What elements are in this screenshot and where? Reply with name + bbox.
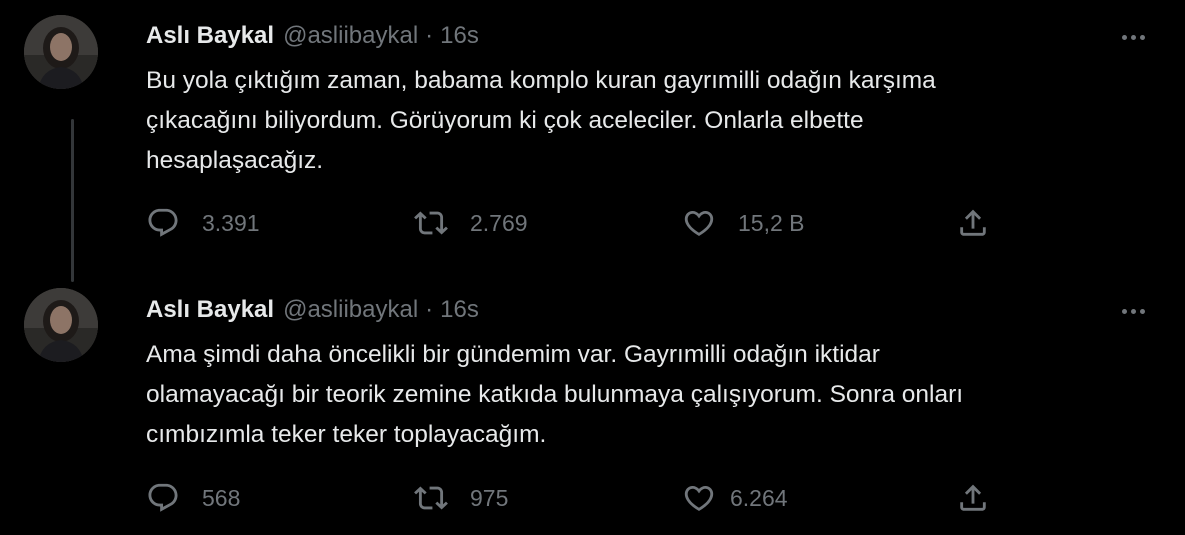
share-icon — [956, 206, 990, 240]
heart-icon — [682, 206, 716, 240]
avatar[interactable] — [24, 288, 98, 362]
tweet-text-line: Bu yola çıktığım zaman, babama komplo ku… — [146, 67, 936, 94]
tweet-text-line: Ama şimdi daha öncelikli bir gündemim va… — [146, 341, 880, 368]
share-button[interactable] — [956, 480, 990, 516]
more-options-icon[interactable] — [1113, 22, 1153, 52]
reply-icon — [146, 206, 180, 240]
tweet-text-line: cımbızımla teker teker toplayacağım. — [146, 421, 547, 448]
heart-icon — [682, 481, 716, 515]
retweet-button[interactable]: 2.769 — [414, 205, 528, 241]
avatar[interactable] — [24, 15, 98, 89]
author-handle[interactable]: @asliibaykal — [283, 296, 418, 324]
tweet-text: Ama şimdi daha öncelikli bir gündemim va… — [146, 335, 1136, 455]
separator-dot: · — [425, 22, 434, 49]
share-button[interactable] — [956, 205, 990, 241]
more-options-icon[interactable] — [1113, 296, 1153, 326]
reply-icon — [146, 481, 180, 515]
tweet-actions: 568 975 6.264 — [146, 480, 1006, 516]
tweet-actions: 3.391 2.769 15,2 B — [146, 205, 1006, 241]
retweet-icon — [414, 206, 448, 240]
tweet-text-line: olamayacağı bir teorik zemine katkıda bu… — [146, 381, 964, 408]
author-name[interactable]: Aslı Baykal — [146, 296, 274, 324]
timestamp[interactable]: 16s — [440, 296, 479, 324]
separator-dot: · — [425, 296, 434, 323]
author-handle[interactable]: @asliibaykal — [283, 22, 418, 50]
like-button[interactable]: 6.264 — [682, 480, 788, 516]
share-icon — [956, 481, 990, 515]
like-count: 6.264 — [730, 484, 788, 511]
tweet-text-line: çıkacağını biliyordum. Görüyorum ki çok … — [146, 107, 864, 134]
like-button[interactable]: 15,2 B — [682, 205, 805, 241]
reply-count: 3.391 — [202, 209, 260, 236]
retweet-icon — [414, 481, 448, 515]
tweet-text-line: hesaplaşacağız. — [146, 147, 324, 174]
tweet-text: Bu yola çıktığım zaman, babama komplo ku… — [146, 61, 1136, 181]
like-count: 15,2 B — [738, 209, 805, 236]
reply-button[interactable]: 568 — [146, 480, 240, 516]
tweet[interactable]: Aslı Baykal @asliibaykal · 16s Bu yola ç… — [0, 0, 1185, 282]
tweet-header: Aslı Baykal @asliibaykal · 16s — [146, 293, 479, 327]
thread-line — [71, 119, 74, 282]
retweet-count: 2.769 — [470, 209, 528, 236]
reply-count: 568 — [202, 484, 241, 511]
tweet-header: Aslı Baykal @asliibaykal · 16s — [146, 19, 479, 53]
retweet-button[interactable]: 975 — [414, 480, 508, 516]
tweet[interactable]: Aslı Baykal @asliibaykal · 16s Ama şimdi… — [0, 272, 1185, 535]
author-name[interactable]: Aslı Baykal — [146, 22, 274, 50]
reply-button[interactable]: 3.391 — [146, 205, 260, 241]
retweet-count: 975 — [470, 484, 509, 511]
timestamp[interactable]: 16s — [440, 22, 479, 50]
